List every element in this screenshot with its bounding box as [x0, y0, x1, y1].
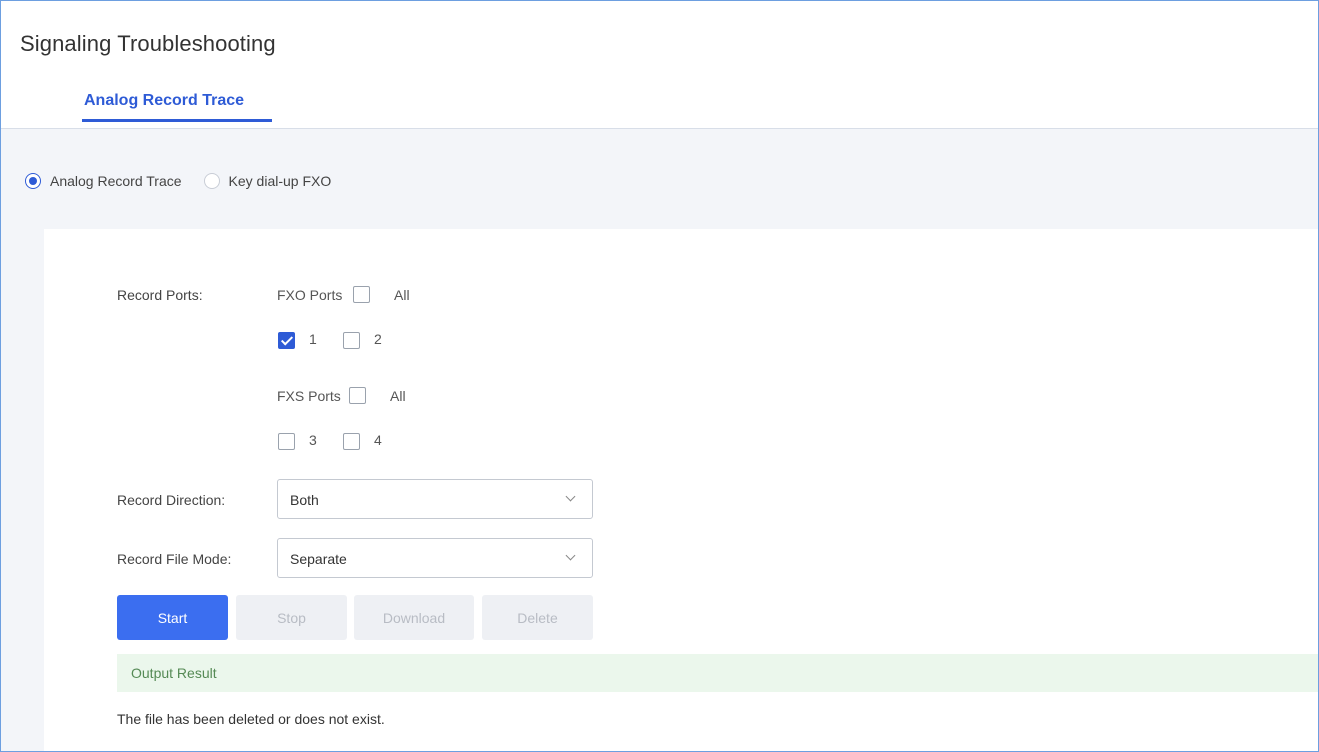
mode-radio-group: Analog Record Trace Key dial-up FXO	[25, 173, 353, 189]
start-button[interactable]: Start	[117, 595, 228, 640]
fxs-all-checkbox[interactable]	[349, 387, 366, 404]
fxo-port-1-label: 1	[309, 331, 317, 347]
record-direction-value: Both	[290, 492, 319, 508]
record-file-mode-label: Record File Mode:	[117, 551, 232, 567]
output-result-bar: Output Result	[117, 654, 1318, 692]
fxs-port-3-checkbox[interactable]	[278, 433, 295, 450]
record-file-mode-value: Separate	[290, 551, 347, 567]
stop-button[interactable]: Stop	[236, 595, 347, 640]
record-direction-select[interactable]: Both	[277, 479, 593, 519]
page-title: Signaling Troubleshooting	[20, 31, 276, 56]
fxs-port-4-checkbox[interactable]	[343, 433, 360, 450]
fxo-all-label: All	[394, 287, 410, 303]
fxs-all-label: All	[390, 388, 406, 404]
fxo-port-2-checkbox[interactable]	[343, 332, 360, 349]
fxo-ports-label: FXO Ports	[277, 287, 343, 303]
download-button[interactable]: Download	[354, 595, 474, 640]
chevron-down-icon	[565, 550, 576, 561]
fxs-port-4-label: 4	[374, 432, 382, 448]
radio-label-key-dial-up-fxo[interactable]: Key dial-up FXO	[229, 173, 332, 189]
active-tab-indicator	[82, 119, 272, 122]
main-frame: Signaling Troubleshooting Analog Record …	[0, 0, 1319, 752]
delete-button[interactable]: Delete	[482, 595, 593, 640]
chevron-down-icon	[565, 491, 576, 502]
radio-analog-record-trace[interactable]	[25, 173, 41, 189]
fxs-ports-label: FXS Ports	[277, 388, 341, 404]
fxs-port-3-label: 3	[309, 432, 317, 448]
record-direction-label: Record Direction:	[117, 492, 226, 508]
fxo-port-2-label: 2	[374, 331, 382, 347]
tab-analog-record-trace[interactable]: Analog Record Trace	[84, 92, 244, 110]
fxo-all-checkbox[interactable]	[353, 286, 370, 303]
record-ports-label: Record Ports:	[117, 287, 203, 303]
record-file-mode-select[interactable]: Separate	[277, 538, 593, 578]
output-message: The file has been deleted or does not ex…	[117, 711, 385, 727]
radio-label-analog-record-trace[interactable]: Analog Record Trace	[50, 173, 182, 189]
radio-key-dial-up-fxo[interactable]	[203, 173, 220, 189]
fxo-port-1-checkbox[interactable]	[278, 332, 295, 349]
output-result-title: Output Result	[131, 665, 217, 681]
